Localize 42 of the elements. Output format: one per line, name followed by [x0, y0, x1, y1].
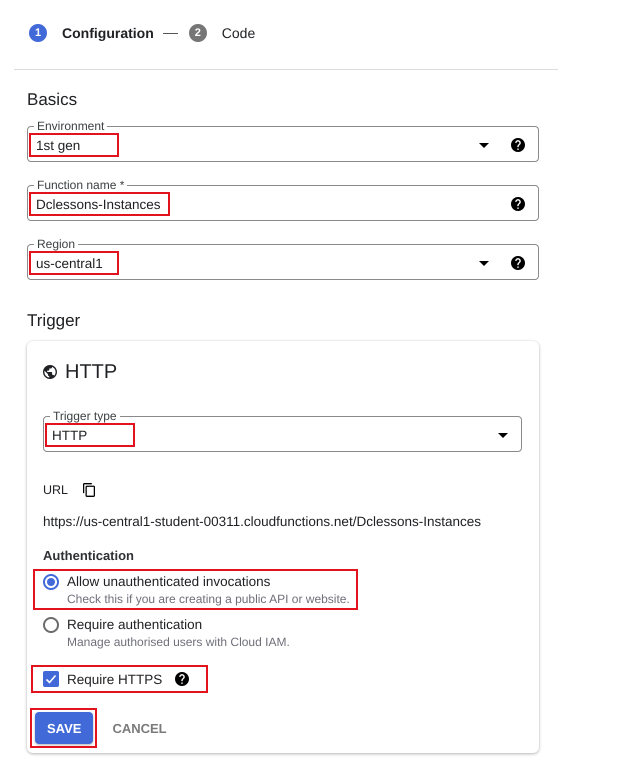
field-value: Dclessons-Instances [36, 196, 161, 212]
section-title: Trigger [27, 311, 82, 331]
field-value: us-central1 [36, 256, 103, 270]
checkbox-label[interactable]: Require HTTPS [67, 672, 162, 686]
copy-icon[interactable] [83, 483, 96, 497]
text-field[interactable]: Function name * Dclessons-Instances [27, 178, 539, 221]
caret-icon[interactable] [479, 260, 489, 266]
caret-icon[interactable] [479, 142, 489, 148]
option-description: Manage authorised users with Cloud IAM. [67, 634, 290, 650]
option-description: Check this if you are creating a public API or website. [67, 591, 350, 607]
option-label[interactable]: Require authentication [67, 616, 202, 634]
dropdown-field[interactable]: Region us-central1 [27, 237, 539, 280]
url-label: URL [43, 483, 68, 497]
field-label: Environment [36, 119, 106, 133]
field-label: Function name * [36, 178, 126, 192]
card-title: HTTP [65, 361, 118, 383]
step-label[interactable]: Configuration [62, 25, 154, 41]
checkbox[interactable] [43, 671, 59, 687]
step-connector [162, 32, 178, 34]
field-value: 1st gen [36, 138, 80, 152]
dropdown-field[interactable]: Environment 1st gen [27, 119, 539, 162]
radio-button[interactable] [43, 617, 59, 633]
step-label[interactable]: Code [222, 25, 256, 41]
section-title: Basics [27, 90, 78, 110]
dropdown-field[interactable]: Trigger type HTTP [43, 409, 522, 452]
field-label: Region [36, 237, 76, 251]
step-number[interactable]: 2 [188, 24, 207, 42]
caret-icon[interactable] [498, 432, 508, 438]
url-text: https://us-central1-student-00311.cloudfunctions.net/Dclessons-Instances [43, 513, 482, 531]
field-label: Trigger type [52, 409, 118, 423]
help-icon[interactable] [511, 138, 525, 152]
help-icon[interactable] [511, 256, 525, 270]
text-button[interactable]: CANCEL [106, 712, 173, 744]
radio-button[interactable] [43, 574, 59, 590]
auth-heading: Authentication [43, 548, 135, 564]
primary-button[interactable]: SAVE [35, 712, 94, 744]
option-label[interactable]: Allow unauthenticated invocations [67, 573, 270, 591]
help-icon[interactable] [511, 197, 525, 211]
field-value: HTTP [52, 428, 88, 442]
globe-icon [43, 365, 57, 379]
step-number[interactable]: 1 [29, 24, 47, 42]
help-icon[interactable] [175, 672, 190, 686]
